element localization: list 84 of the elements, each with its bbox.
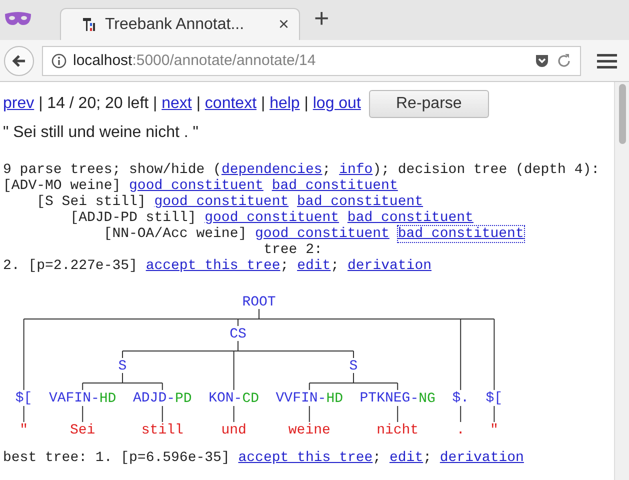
node-label: S (118, 358, 127, 375)
node-label: ROOT (242, 294, 276, 311)
back-arrow-icon (11, 52, 27, 68)
link[interactable]: derivation (440, 450, 524, 466)
text: ; (322, 162, 332, 178)
link[interactable]: help (270, 95, 300, 113)
tree-caption: tree 2: (264, 242, 322, 258)
tree-icon (81, 16, 97, 32)
token: und (221, 422, 246, 439)
text: 2. [p=2.227e-35] (3, 258, 138, 274)
good-constituent-link[interactable]: good constituent (154, 194, 289, 210)
link[interactable]: edit (389, 450, 424, 466)
constituent-label: [ADJD-PD still] (70, 210, 196, 226)
pocket-icon[interactable] (534, 52, 550, 68)
text: 9 parse trees; show/hide ( (3, 162, 222, 178)
token: " (490, 422, 498, 439)
constituent-label: [NN-OA/Acc weine] (104, 226, 247, 242)
node-label: $[ (486, 390, 503, 407)
token: Sei (70, 422, 96, 439)
constituent-label: [ADV-MO weine] (3, 178, 121, 194)
node-label: CS (230, 326, 246, 343)
text: | (195, 95, 202, 113)
menu-icon[interactable] (597, 52, 617, 68)
link[interactable]: accept this tree (146, 258, 280, 274)
node-label: VVFIN-HD (276, 390, 344, 407)
node-label: ADJD-PD (132, 390, 192, 407)
tab-title: Treebank Annotat... (105, 16, 246, 34)
text: | (303, 95, 310, 113)
token-connector (494, 406, 495, 422)
text: ; (330, 258, 340, 274)
node-label: $. (452, 390, 469, 407)
node-label: VAFIN-HD (48, 390, 116, 407)
token: weine (288, 422, 330, 439)
mask-icon (4, 11, 32, 27)
token-connector (23, 406, 24, 422)
token-connector (162, 406, 163, 422)
link[interactable]: next (162, 95, 192, 113)
bad-constituent-link[interactable]: bad constituent (398, 226, 524, 242)
node-label: PTKNEG-NG (360, 390, 436, 407)
reload-icon[interactable] (556, 52, 572, 68)
link[interactable]: context (204, 95, 257, 113)
back-button[interactable] (4, 46, 34, 76)
scrollbar[interactable] (614, 82, 629, 480)
good-constituent-link[interactable]: good constituent (204, 210, 340, 226)
token: nicht (376, 422, 419, 439)
token-connector (82, 406, 84, 422)
url-text: localhost:5000/annotate/annotate/14 (73, 52, 317, 69)
address-bar[interactable]: localhost:5000/annotate/annotate/14 (42, 46, 581, 76)
link[interactable]: log out (312, 95, 361, 113)
text: ; (423, 450, 432, 466)
text: ); decision tree (depth 4): (372, 162, 600, 178)
token: still (141, 422, 184, 439)
good-constituent-link[interactable]: good constituent (129, 178, 264, 194)
good-constituent-link[interactable]: good constituent (255, 226, 390, 242)
token-connector (397, 406, 398, 422)
text: ; (280, 258, 290, 274)
text: | (260, 95, 266, 113)
token-connector (308, 406, 310, 422)
sentence: " Sei still und weine nicht . " (3, 124, 200, 142)
link[interactable]: prev (3, 95, 34, 113)
node-label: S (349, 358, 358, 375)
bad-constituent-link[interactable]: bad constituent (347, 210, 474, 226)
browser-tab[interactable]: Treebank Annotat... × (60, 8, 300, 40)
node-label: $[ (15, 390, 32, 407)
reparse-button[interactable]: Re-parse (368, 90, 489, 118)
token-connector (460, 406, 462, 422)
token: . (456, 422, 465, 439)
link[interactable]: edit (297, 258, 331, 274)
close-tab-button[interactable]: × (278, 14, 289, 35)
node-label: KON-CD (208, 390, 260, 407)
bad-constituent-link[interactable]: bad constituent (272, 178, 398, 194)
link[interactable]: info (339, 162, 373, 178)
link[interactable]: derivation (347, 258, 432, 274)
text: | 14 / 20; 20 left | (38, 95, 158, 113)
link[interactable]: dependencies (221, 162, 322, 178)
text: ; (372, 450, 382, 466)
link[interactable]: accept this tree (238, 450, 373, 466)
token-connector (233, 406, 234, 422)
token: " (20, 422, 28, 439)
text: best tree: 1. [p=6.596e-35] (3, 450, 231, 466)
new-tab-button[interactable]: + (308, 2, 336, 38)
bad-constituent-link[interactable]: bad constituent (297, 194, 424, 210)
info-icon[interactable] (51, 52, 67, 68)
constituent-label: [S Sei still] (36, 194, 146, 210)
